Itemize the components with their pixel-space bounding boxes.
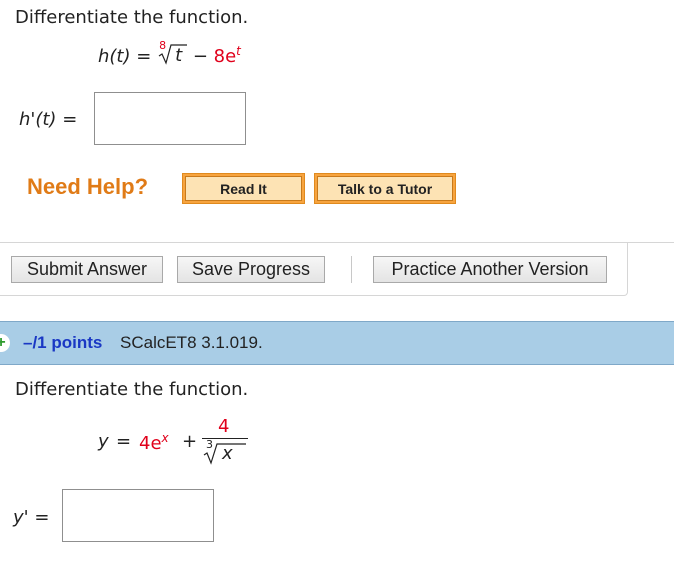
question2-answer-label: y' = xyxy=(13,507,49,528)
action-divider xyxy=(351,256,352,283)
read-it-label: Read It xyxy=(185,176,302,201)
q1-radicand: t xyxy=(175,45,183,66)
q2-term1: 4ex xyxy=(139,431,169,454)
question2-function: y = 4ex + 4 3 x xyxy=(98,416,268,476)
need-help-label: Need Help? xyxy=(27,174,149,199)
read-it-button[interactable]: Read It xyxy=(182,173,305,204)
q1-lhs: h(t) xyxy=(98,46,131,67)
q1-answer-label-text: h'(t) xyxy=(19,109,57,130)
action-bar: Submit Answer Save Progress Practice Ano… xyxy=(0,242,628,296)
q2-eq: = xyxy=(116,431,132,452)
question2-prompt: Differentiate the function. xyxy=(15,379,249,400)
q2-lhs: y xyxy=(98,431,109,452)
plus-icon[interactable]: + xyxy=(0,334,10,352)
question1-prompt: Differentiate the function. xyxy=(15,7,249,28)
q2-root-index: 3 xyxy=(206,438,213,451)
question2-header: + –/1 points SCalcET8 3.1.019. xyxy=(0,321,674,365)
q1-answer-eq: = xyxy=(62,109,78,130)
question2-id: SCalcET8 3.1.019. xyxy=(120,333,263,352)
q2-numerator: 4 xyxy=(218,416,230,437)
q2-term1-base: 4e xyxy=(139,433,162,454)
question1-answer-label: h'(t) = xyxy=(19,109,77,130)
q1-radical: 8 t xyxy=(157,39,188,66)
question2-points: –/1 points xyxy=(23,333,103,352)
q2-plus: + xyxy=(182,431,198,452)
q1-minus: − xyxy=(192,46,208,67)
q1-eq: = xyxy=(136,46,152,67)
q1-exponent: t xyxy=(236,44,241,58)
talk-to-tutor-label: Talk to a Tutor xyxy=(317,176,453,201)
talk-to-tutor-button[interactable]: Talk to a Tutor xyxy=(314,173,456,204)
q1-root-index: 8 xyxy=(159,39,167,52)
question1-answer-input[interactable] xyxy=(94,92,246,145)
practice-another-version-button[interactable]: Practice Another Version xyxy=(373,256,607,283)
divider-line xyxy=(628,242,674,243)
q2-term1-exp: x xyxy=(161,431,169,445)
q2-answer-label-text: y' xyxy=(13,507,29,528)
q1-coef: 8e xyxy=(213,46,237,67)
submit-answer-button[interactable]: Submit Answer xyxy=(11,256,163,283)
question2-answer-input[interactable] xyxy=(62,489,214,542)
question1-function: h(t) = 8 t − 8et xyxy=(98,39,241,67)
q2-answer-eq: = xyxy=(34,507,50,528)
q2-radicand: x xyxy=(222,443,233,464)
save-progress-button[interactable]: Save Progress xyxy=(177,256,325,283)
